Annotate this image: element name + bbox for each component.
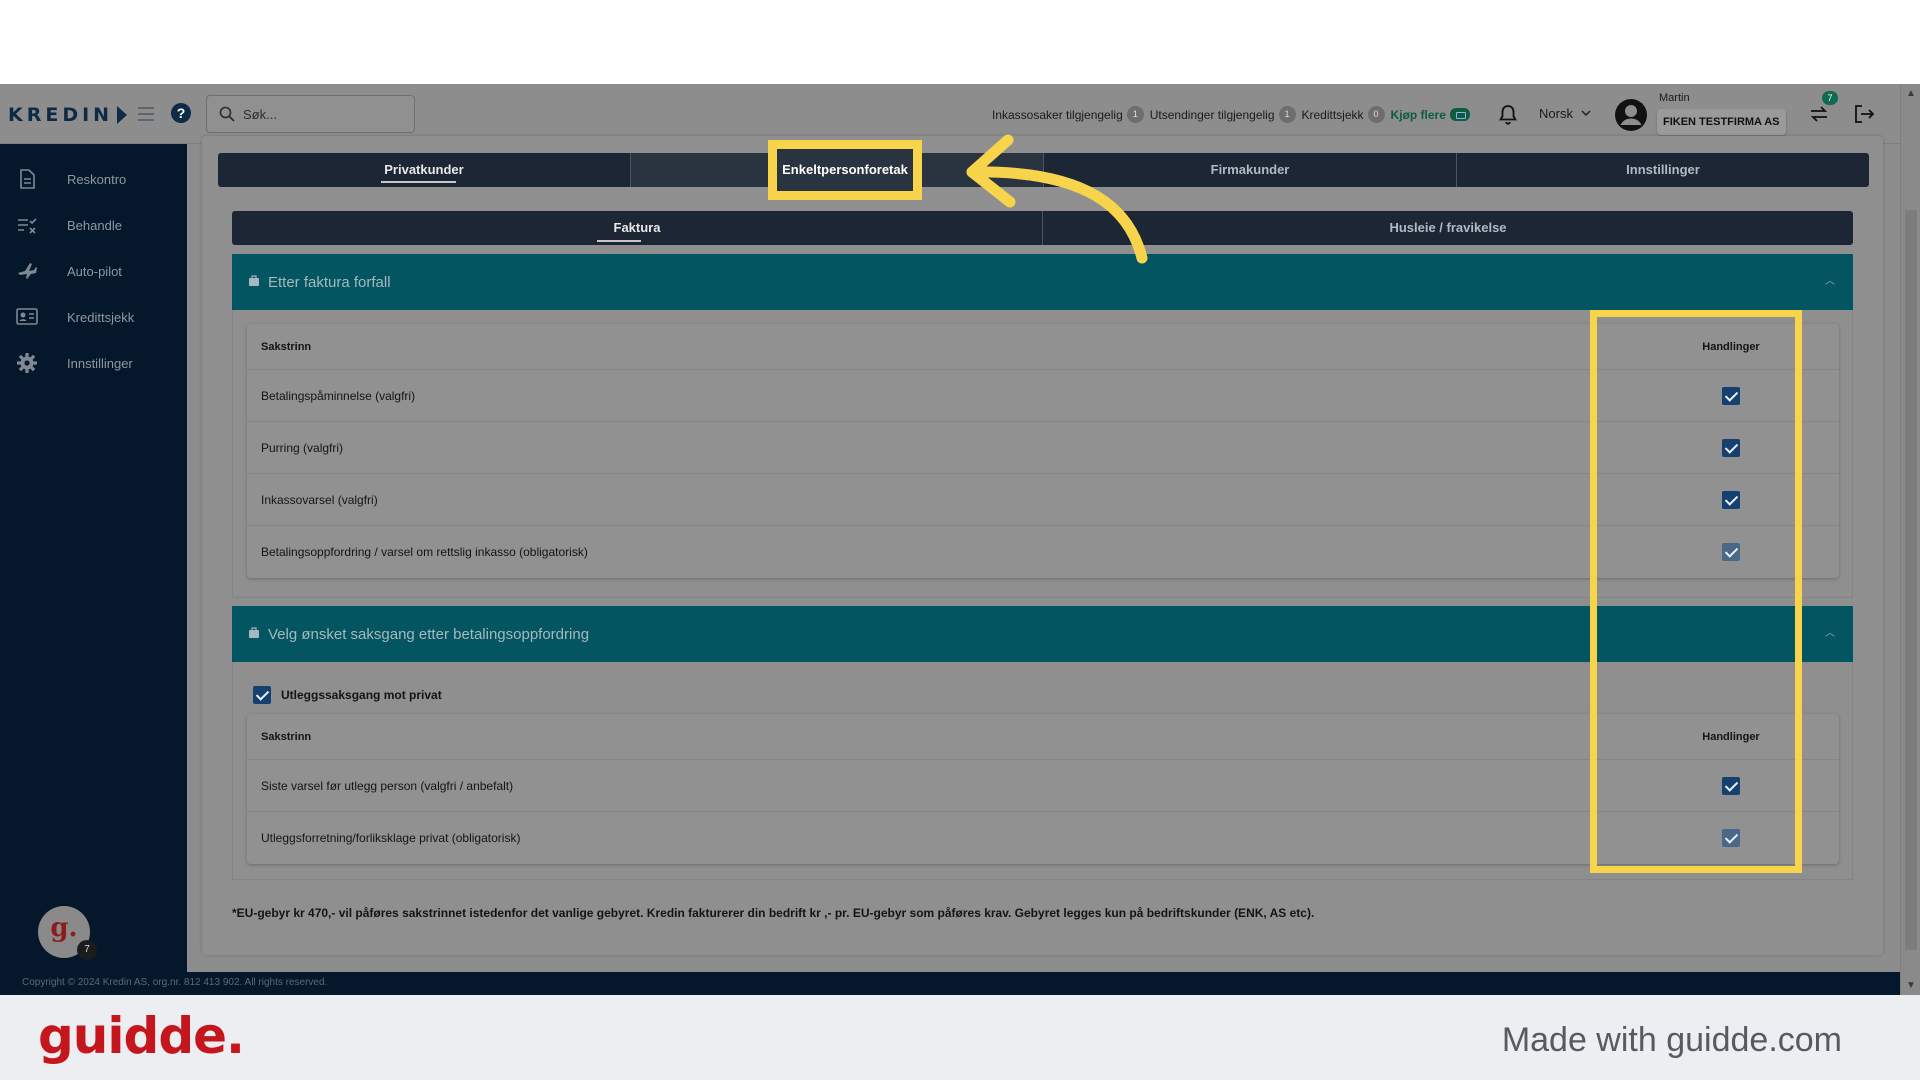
footer: Copyright © 2024 Kredin AS, org.nr. 812 … [0,972,1900,995]
help-icon[interactable]: ? [171,103,191,123]
stat-count: 0 [1367,106,1385,123]
chevron-up-icon: ︿ [1825,276,1835,287]
logo-arrow-icon [117,106,128,124]
utlegg-checkbox-row[interactable]: Utleggssaksgang mot privat [253,686,442,704]
kredin-logo[interactable]: KREDIN [8,104,128,126]
scroll-down-icon[interactable]: ▼ [1906,980,1916,991]
actions-column-highlight [1590,310,1802,873]
step-label: Utleggsforretning/forliksklage privat (o… [261,831,521,845]
switch-badge: 7 [1822,91,1838,105]
section-title: Etter faktura forfall [268,273,391,291]
search-input[interactable] [243,106,403,122]
tab-enkeltpersonforetak[interactable]: Enkeltpersonforetak [768,140,922,200]
stat-label: Utsendinger tilgjengelig [1149,107,1275,122]
sidebar-item-innstillinger[interactable]: Innstillinger [0,340,187,386]
col-step-header: Sakstrinn [261,340,312,353]
sidebar-item-label: Innstillinger [67,355,133,371]
user-avatar-icon[interactable] [1614,98,1648,132]
search-box[interactable] [206,95,415,133]
scrollbar-thumb[interactable] [1905,210,1917,950]
stat-count: 1 [1126,106,1144,123]
user-name: Martin [1659,92,1690,104]
chevron-down-icon [1581,110,1591,117]
stat-label: Kredittsjekk [1301,107,1364,122]
tab-faktura[interactable]: Faktura [232,211,1043,245]
language-select[interactable]: Norsk [1539,106,1591,121]
stat-debt-cases: Inkassosaker tilgjengelig 1 [992,106,1144,123]
id-card-icon [16,308,38,325]
logout-icon[interactable] [1853,103,1875,125]
step-label: Purring (valgfri) [261,440,344,455]
copyright-text: Copyright © 2024 Kredin AS, org.nr. 812 … [22,977,328,988]
sidebar-item-label: Behandle [67,217,122,233]
sidebar-item-label: Auto-pilot [67,263,122,279]
language-label: Norsk [1539,106,1573,121]
credit-card-icon [1449,108,1470,121]
bell-icon[interactable] [1496,103,1520,127]
step-label: Betalingsoppfordring / varsel om rettsli… [261,545,588,559]
guidde-logo: guidde. [38,1007,245,1065]
tab-innstillinger[interactable]: Innstillinger [1457,153,1869,187]
step-label: Inkassovarsel (valgfri) [261,492,378,507]
step-label: Betalingspåminnelse (valgfri) [261,388,416,403]
guidde-brand-bar: guidde. Made with guidde.com [0,995,1920,1080]
tab-privatkunder[interactable]: Privatkunder [218,153,631,187]
utlegg-checkbox-label: Utleggssaksgang mot privat [281,688,442,702]
search-icon [219,106,235,122]
sidebar-item-label: Reskontro [67,171,127,187]
switch-account-icon[interactable] [1808,104,1830,124]
screen: KREDIN ? Inkassosaker tilgjengelig 1 Uts… [0,0,1920,1080]
sidebar-item-auto-pilot[interactable]: Auto-pilot [0,248,187,294]
airplane-icon [18,263,37,279]
menu-icon[interactable] [138,107,154,121]
stat-mailings: Utsendinger tilgjengelig 1 [1150,106,1296,123]
company-selector[interactable]: FIKEN TESTFIRMA AS [1657,109,1786,135]
sidebar-item-behandle[interactable]: Behandle [0,202,187,248]
col-step-header: Sakstrinn [261,730,312,743]
section-title: Velg ønsket saksgang etter betalingsoppf… [268,625,590,643]
avatar-badge: 7 [77,940,97,960]
eu-fee-note: *EU-gebyr kr 470,- vil påføres sakstrinn… [232,906,1315,920]
chevron-up-icon: ︿ [1825,628,1835,639]
curved-arrow-icon [966,134,1148,264]
sidebar-item-reskontro[interactable]: Reskontro [0,156,187,202]
scroll-up-icon[interactable]: ▲ [1906,88,1916,99]
made-with-text: Made with guidde.com [1501,1021,1842,1059]
top-bar: KREDIN ? Inkassosaker tilgjengelig 1 Uts… [0,84,1900,144]
stat-label: Inkassosaker tilgjengelig [992,107,1123,122]
checklist-icon [18,218,37,234]
step-label: Siste varsel før utlegg person (valgfri … [261,778,514,793]
document-icon [20,169,35,189]
stat-count: 1 [1278,106,1296,123]
buy-more-link[interactable]: Kjøp flere [1391,108,1470,122]
sidebar: Reskontro Behandle Auto-pilot Kredittsje… [0,144,187,972]
briefcase-icon [249,275,259,286]
header-stats: Inkassosaker tilgjengelig 1 Utsendinger … [992,106,1470,123]
buy-more-label: Kjøp flere [1390,107,1446,122]
briefcase-icon [249,627,259,638]
tab-husleie[interactable]: Husleie / fravikelse [1043,211,1853,245]
gear-icon [17,353,37,373]
sidebar-item-kredittsjekk[interactable]: Kredittsjekk [0,294,187,340]
sidebar-item-label: Kredittsjekk [67,309,135,325]
scrollbar[interactable]: ▲ ▼ [1900,84,1920,995]
utlegg-checkbox[interactable] [253,686,271,704]
stat-credit-checks: Kredittsjekk 0 [1302,106,1385,123]
logo-text: KREDIN [8,104,114,126]
